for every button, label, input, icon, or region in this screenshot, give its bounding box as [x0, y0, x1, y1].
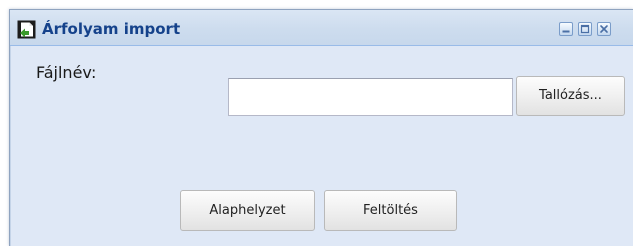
import-window: Árfolyam import Fájlnév: Tallózás... Ala…: [9, 9, 633, 246]
close-icon[interactable]: [597, 22, 611, 36]
reset-button[interactable]: Alaphelyzet: [180, 190, 315, 231]
window-titlebar[interactable]: Árfolyam import: [10, 10, 633, 46]
filename-input[interactable]: [228, 78, 513, 116]
browse-button[interactable]: Tallózás...: [516, 76, 625, 116]
filename-label: Fájlnév:: [36, 63, 97, 82]
minimize-icon[interactable]: [559, 22, 573, 36]
upload-button[interactable]: Feltöltés: [324, 190, 457, 231]
document-import-icon: [17, 20, 36, 39]
maximize-icon[interactable]: [578, 22, 592, 36]
window-title: Árfolyam import: [42, 20, 181, 38]
